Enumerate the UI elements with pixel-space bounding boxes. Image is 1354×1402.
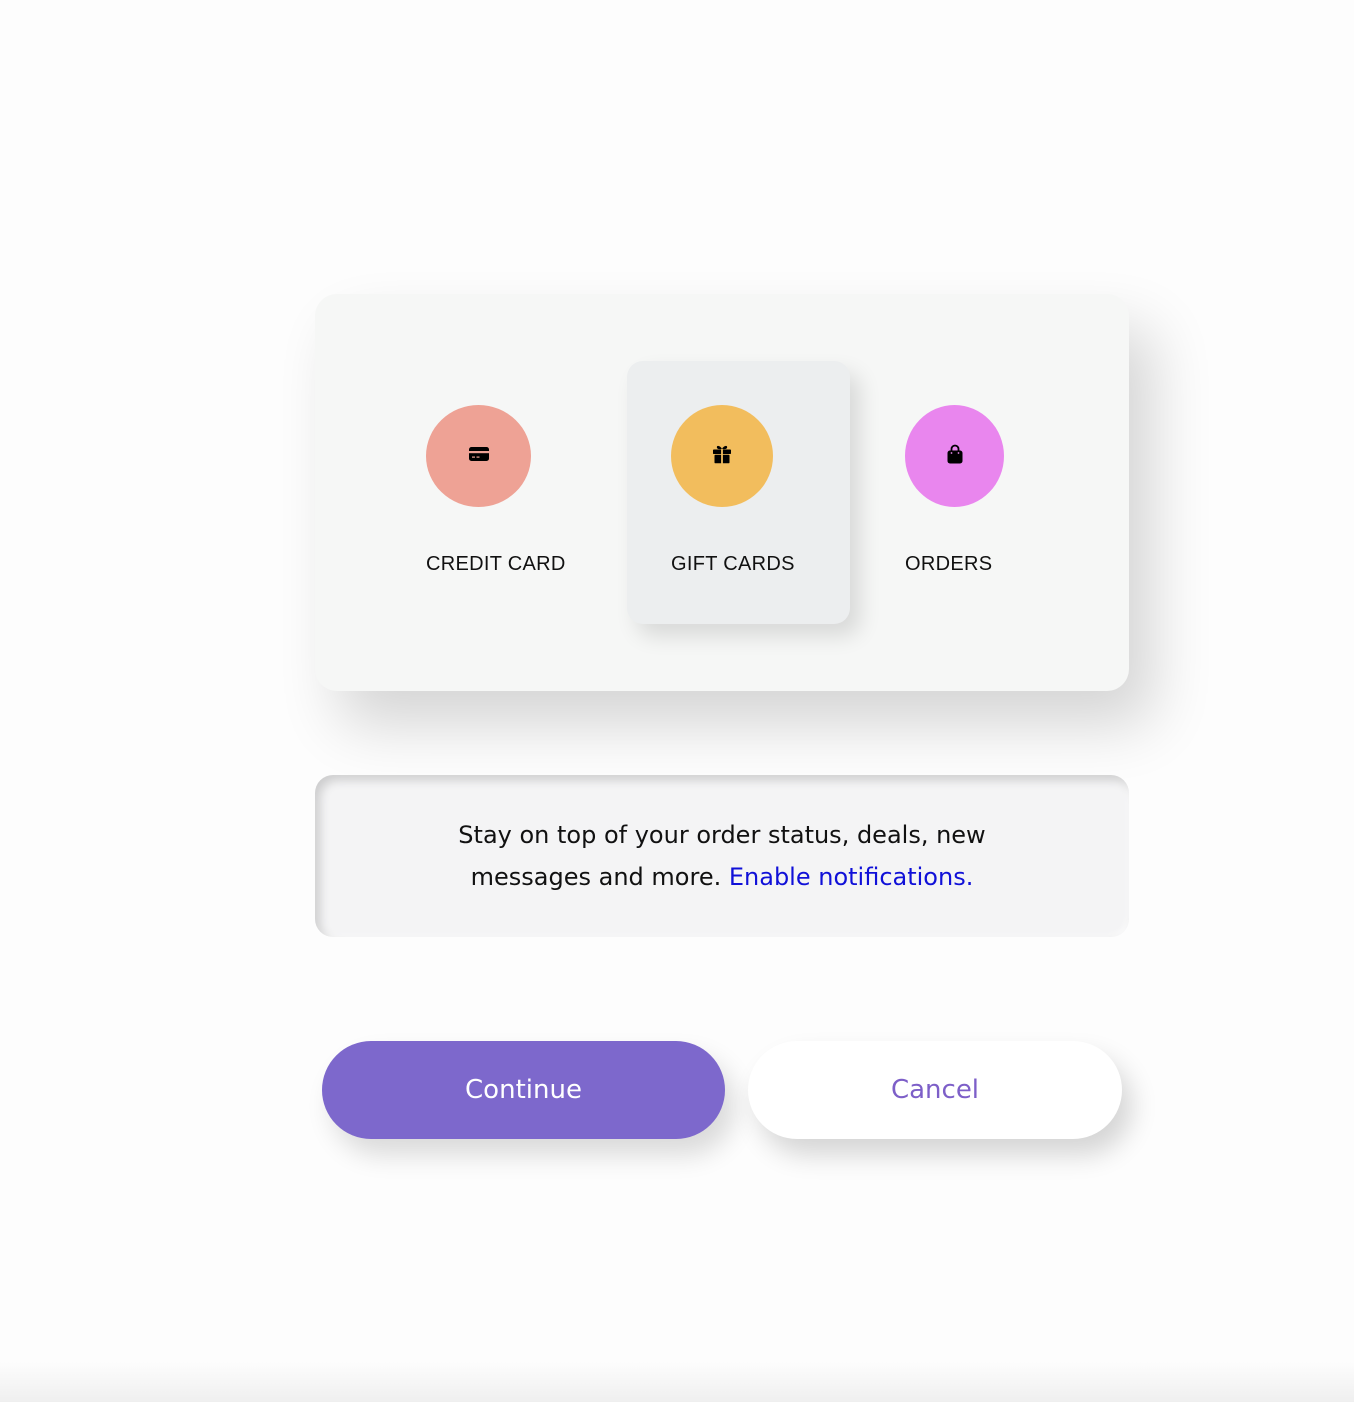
category-gift-cards[interactable]: GIFT CARDS — [627, 361, 850, 624]
category-orders[interactable]: ORDERS — [875, 294, 1129, 691]
page: CREDIT CARD GIFT CARDS ORDERS Stay on to… — [0, 0, 1354, 1402]
gift-icon — [710, 442, 734, 470]
notification-message: Stay on top of your order status, deals,… — [442, 814, 1002, 898]
category-label-gift-cards: GIFT CARDS — [671, 553, 795, 575]
bottom-edge — [0, 1362, 1354, 1402]
category-label-credit-card: CREDIT CARD — [426, 553, 566, 575]
notification-box: Stay on top of your order status, deals,… — [315, 775, 1129, 937]
continue-button[interactable]: Continue — [322, 1041, 725, 1139]
gift-icon-circle — [671, 405, 773, 507]
enable-notifications-link[interactable]: Enable notifications. — [729, 863, 973, 891]
credit-card-icon — [467, 442, 491, 470]
category-panel: CREDIT CARD GIFT CARDS ORDERS — [315, 294, 1129, 691]
cancel-button[interactable]: Cancel — [748, 1041, 1122, 1139]
credit-card-icon-circle — [426, 405, 531, 507]
category-credit-card[interactable]: CREDIT CARD — [315, 294, 605, 691]
shopping-bag-icon-circle — [905, 405, 1004, 507]
category-label-orders: ORDERS — [905, 553, 993, 575]
shopping-bag-icon — [943, 442, 967, 470]
